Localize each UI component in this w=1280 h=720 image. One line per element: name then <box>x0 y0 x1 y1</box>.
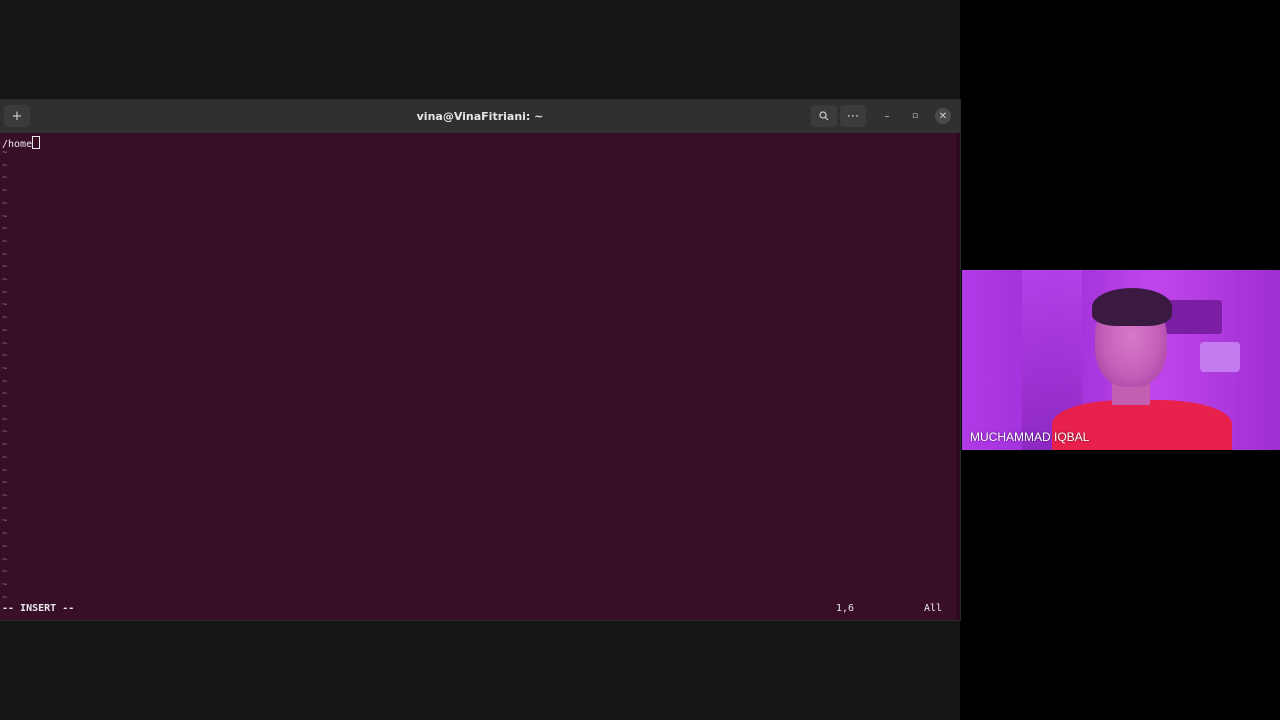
text-cursor <box>32 136 41 149</box>
close-icon: ✕ <box>938 110 948 122</box>
minimize-icon: – <box>884 110 890 122</box>
minimize-button[interactable]: – <box>874 105 900 127</box>
vim-editor[interactable]: /home ~ ~ ~ ~ ~ ~ ~ ~ ~ ~ ~ ~ ~ ~ ~ ~ ~ … <box>0 133 956 620</box>
participant-video-tile[interactable]: MUCHAMMAD IQBAL <box>962 270 1280 450</box>
participant-name: MUCHAMMAD IQBAL <box>970 430 1090 444</box>
vim-statusline: -- INSERT -- 1,6 All <box>2 602 947 616</box>
menu-button[interactable]: ⋯ <box>840 105 866 127</box>
terminal-window[interactable]: + vina@VinaFitriani: ~ ⋯ – ▫ ✕ /home ~ ~… <box>0 100 960 620</box>
buffer-line-1: /home <box>2 136 41 150</box>
empty-line-markers: ~ ~ ~ ~ ~ ~ ~ ~ ~ ~ ~ ~ ~ ~ ~ ~ ~ ~ ~ ~ … <box>2 148 8 603</box>
scroll-position: All <box>924 603 943 614</box>
terminal-scrollbar[interactable] <box>956 133 960 620</box>
participant-hair <box>1092 288 1172 326</box>
search-button[interactable] <box>811 105 837 127</box>
close-button[interactable]: ✕ <box>935 108 951 124</box>
terminal-titlebar[interactable]: + vina@VinaFitriani: ~ ⋯ – ▫ ✕ <box>0 100 960 133</box>
mode-indicator: -- INSERT -- <box>2 603 75 614</box>
maximize-button[interactable]: ▫ <box>902 105 928 127</box>
ellipsis-icon: ⋯ <box>846 108 860 124</box>
video-shelf-item <box>1200 342 1240 372</box>
new-tab-button[interactable]: + <box>4 105 30 127</box>
cursor-position: 1,6 <box>836 603 855 614</box>
search-icon <box>819 111 829 121</box>
plus-icon: + <box>11 108 23 124</box>
maximize-icon: ▫ <box>911 111 919 121</box>
